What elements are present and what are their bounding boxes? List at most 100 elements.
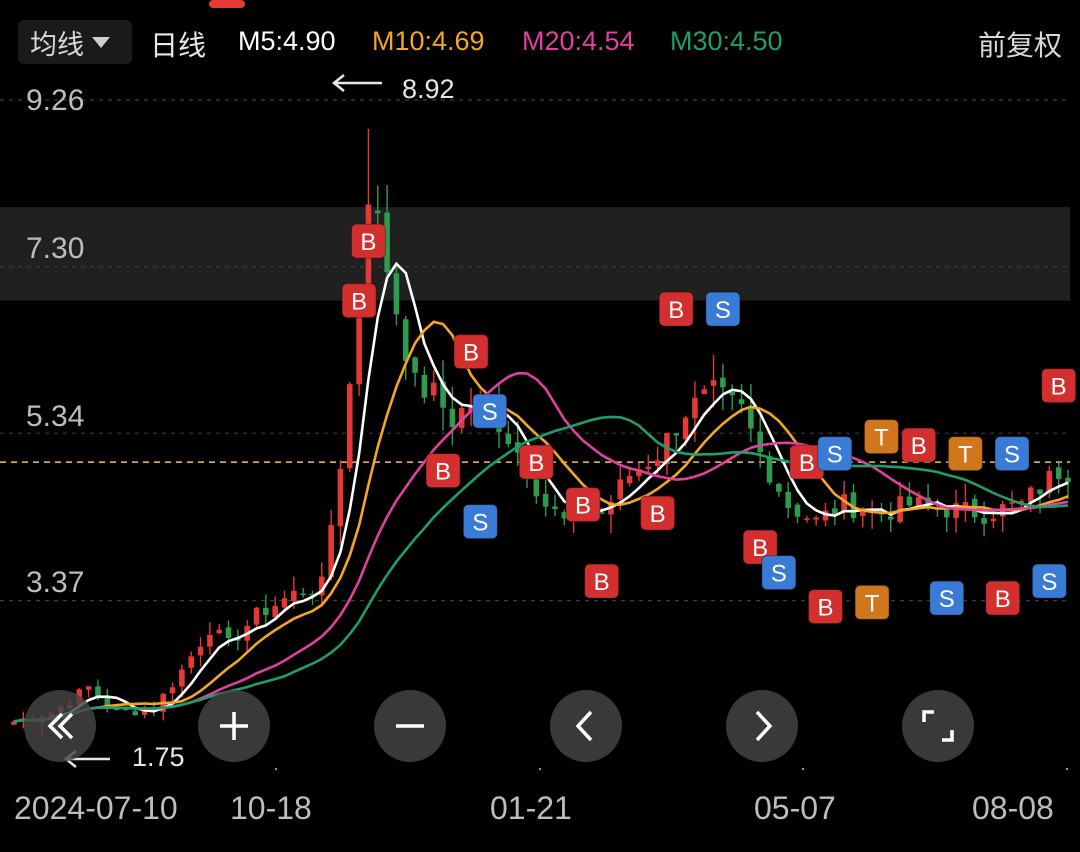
candle-body (300, 593, 306, 596)
candle-body (421, 374, 428, 398)
ma20-value: M20:4.54 (522, 26, 635, 56)
trade-marker-b: B (350, 223, 386, 259)
candle-body (337, 468, 344, 527)
ma20-line (13, 371, 1069, 723)
x-axis-ticks (275, 768, 1068, 770)
trade-marker-s: S (994, 436, 1030, 472)
trade-marker-label: S (1004, 442, 1020, 469)
trade-marker-label: B (528, 450, 544, 477)
scroll-left-button[interactable] (24, 690, 96, 762)
y-tick-label: 9.26 (26, 84, 85, 117)
trade-marker-b: B (1041, 368, 1077, 404)
ma-selector[interactable]: 均线 (18, 20, 132, 64)
candle-body (776, 483, 782, 492)
x-tick-label: 05-07 (754, 790, 836, 826)
candle-body (766, 456, 773, 483)
trade-marker-label: S (715, 297, 731, 324)
high-price-label: 8.92 (402, 74, 455, 104)
low-price-label: 1.75 (132, 742, 185, 772)
trade-marker-b: B (425, 453, 461, 489)
candle-body (645, 466, 652, 470)
candle-body (449, 408, 456, 428)
candle-body (785, 491, 791, 508)
adjustment-toggle[interactable]: 前复权 (978, 24, 1062, 64)
minus-icon (396, 724, 424, 728)
candle-body (253, 607, 260, 625)
caret-down-icon (92, 36, 110, 48)
trade-marker-s: S (929, 580, 965, 616)
y-tick-label: 5.34 (26, 400, 85, 433)
x-tick-label: 08-08 (972, 790, 1054, 826)
trade-marker-b: B (901, 427, 937, 463)
candle-body (188, 656, 194, 668)
trade-marker-label: B (799, 450, 815, 477)
trade-marker-b: B (584, 563, 620, 599)
zoom-in-button[interactable] (198, 690, 270, 762)
trade-marker-s: S (761, 555, 797, 591)
chevron-left-icon (575, 710, 593, 742)
ma-selector-label: 均线 (30, 29, 84, 61)
trade-marker-b: B (453, 334, 489, 370)
trade-marker-t: T (863, 419, 899, 455)
trade-marker-b: B (807, 589, 843, 625)
trade-marker-label: B (650, 501, 666, 528)
candle-body (552, 506, 558, 510)
trade-marker-label: T (865, 590, 880, 617)
candle-body (347, 384, 353, 469)
trade-marker-label: B (995, 586, 1011, 613)
trade-marker-label: S (482, 399, 498, 426)
trade-marker-label: B (351, 289, 367, 316)
trade-marker-label: B (360, 229, 376, 256)
candle-body (393, 273, 400, 315)
x-tick-label: 2024-07-10 (14, 790, 178, 826)
trade-marker-t: T (854, 584, 890, 620)
trade-marker-b: B (565, 487, 601, 523)
candle-body (738, 399, 745, 405)
previous-button[interactable] (550, 690, 622, 762)
fullscreen-icon (922, 710, 954, 742)
candle-body (291, 590, 297, 602)
trade-marker-label: S (827, 442, 843, 469)
page-indicator (209, 0, 245, 8)
candle-body (216, 629, 222, 634)
kline-chart[interactable]: BBBBSSBBBB SBBSB ST B T SBB T S BS (0, 70, 1080, 770)
candle-body (95, 686, 101, 697)
candle-body (692, 397, 698, 419)
zoom-out-button[interactable] (374, 690, 446, 762)
candle-body (729, 392, 735, 396)
trade-marker-b: B (518, 444, 554, 480)
candle-body (906, 496, 913, 506)
candle-body (1055, 467, 1062, 479)
candle-body (207, 634, 213, 647)
candle-body (748, 405, 754, 429)
chart-header: 均线 日线 M5:4.90 M10:4.69 M20:4.54 M30:4.50… (0, 18, 1080, 70)
trade-marker-label: S (472, 510, 488, 537)
candle-body (402, 319, 409, 361)
candle-body (179, 669, 185, 687)
next-button[interactable] (726, 690, 798, 762)
x-tick-label: 10-18 (230, 790, 312, 826)
candle-body (757, 431, 763, 453)
candle-body (225, 627, 232, 639)
ma30-value: M30:4.50 (670, 26, 783, 56)
period-label[interactable]: 日线 (150, 24, 206, 64)
candle-body (860, 512, 866, 516)
candle-body (990, 518, 997, 522)
fullscreen-button[interactable] (902, 690, 974, 762)
candle-body (981, 518, 987, 524)
trade-marker-s: S (472, 393, 508, 429)
candle-body (1065, 477, 1071, 483)
trade-marker-b: B (985, 580, 1021, 616)
candle-body (813, 517, 819, 520)
candle-body (682, 417, 689, 440)
trade-marker-b: B (658, 291, 694, 327)
y-tick-label: 3.37 (26, 566, 85, 599)
candle-body (197, 646, 204, 656)
trade-marker-label: B (463, 340, 479, 367)
candle-body (617, 479, 624, 500)
trade-marker-s: S (1031, 563, 1067, 599)
y-tick-label: 7.30 (26, 232, 85, 265)
trade-marker-label: B (435, 459, 451, 486)
trade-marker-b: B (640, 495, 676, 531)
candle-body (85, 686, 92, 690)
